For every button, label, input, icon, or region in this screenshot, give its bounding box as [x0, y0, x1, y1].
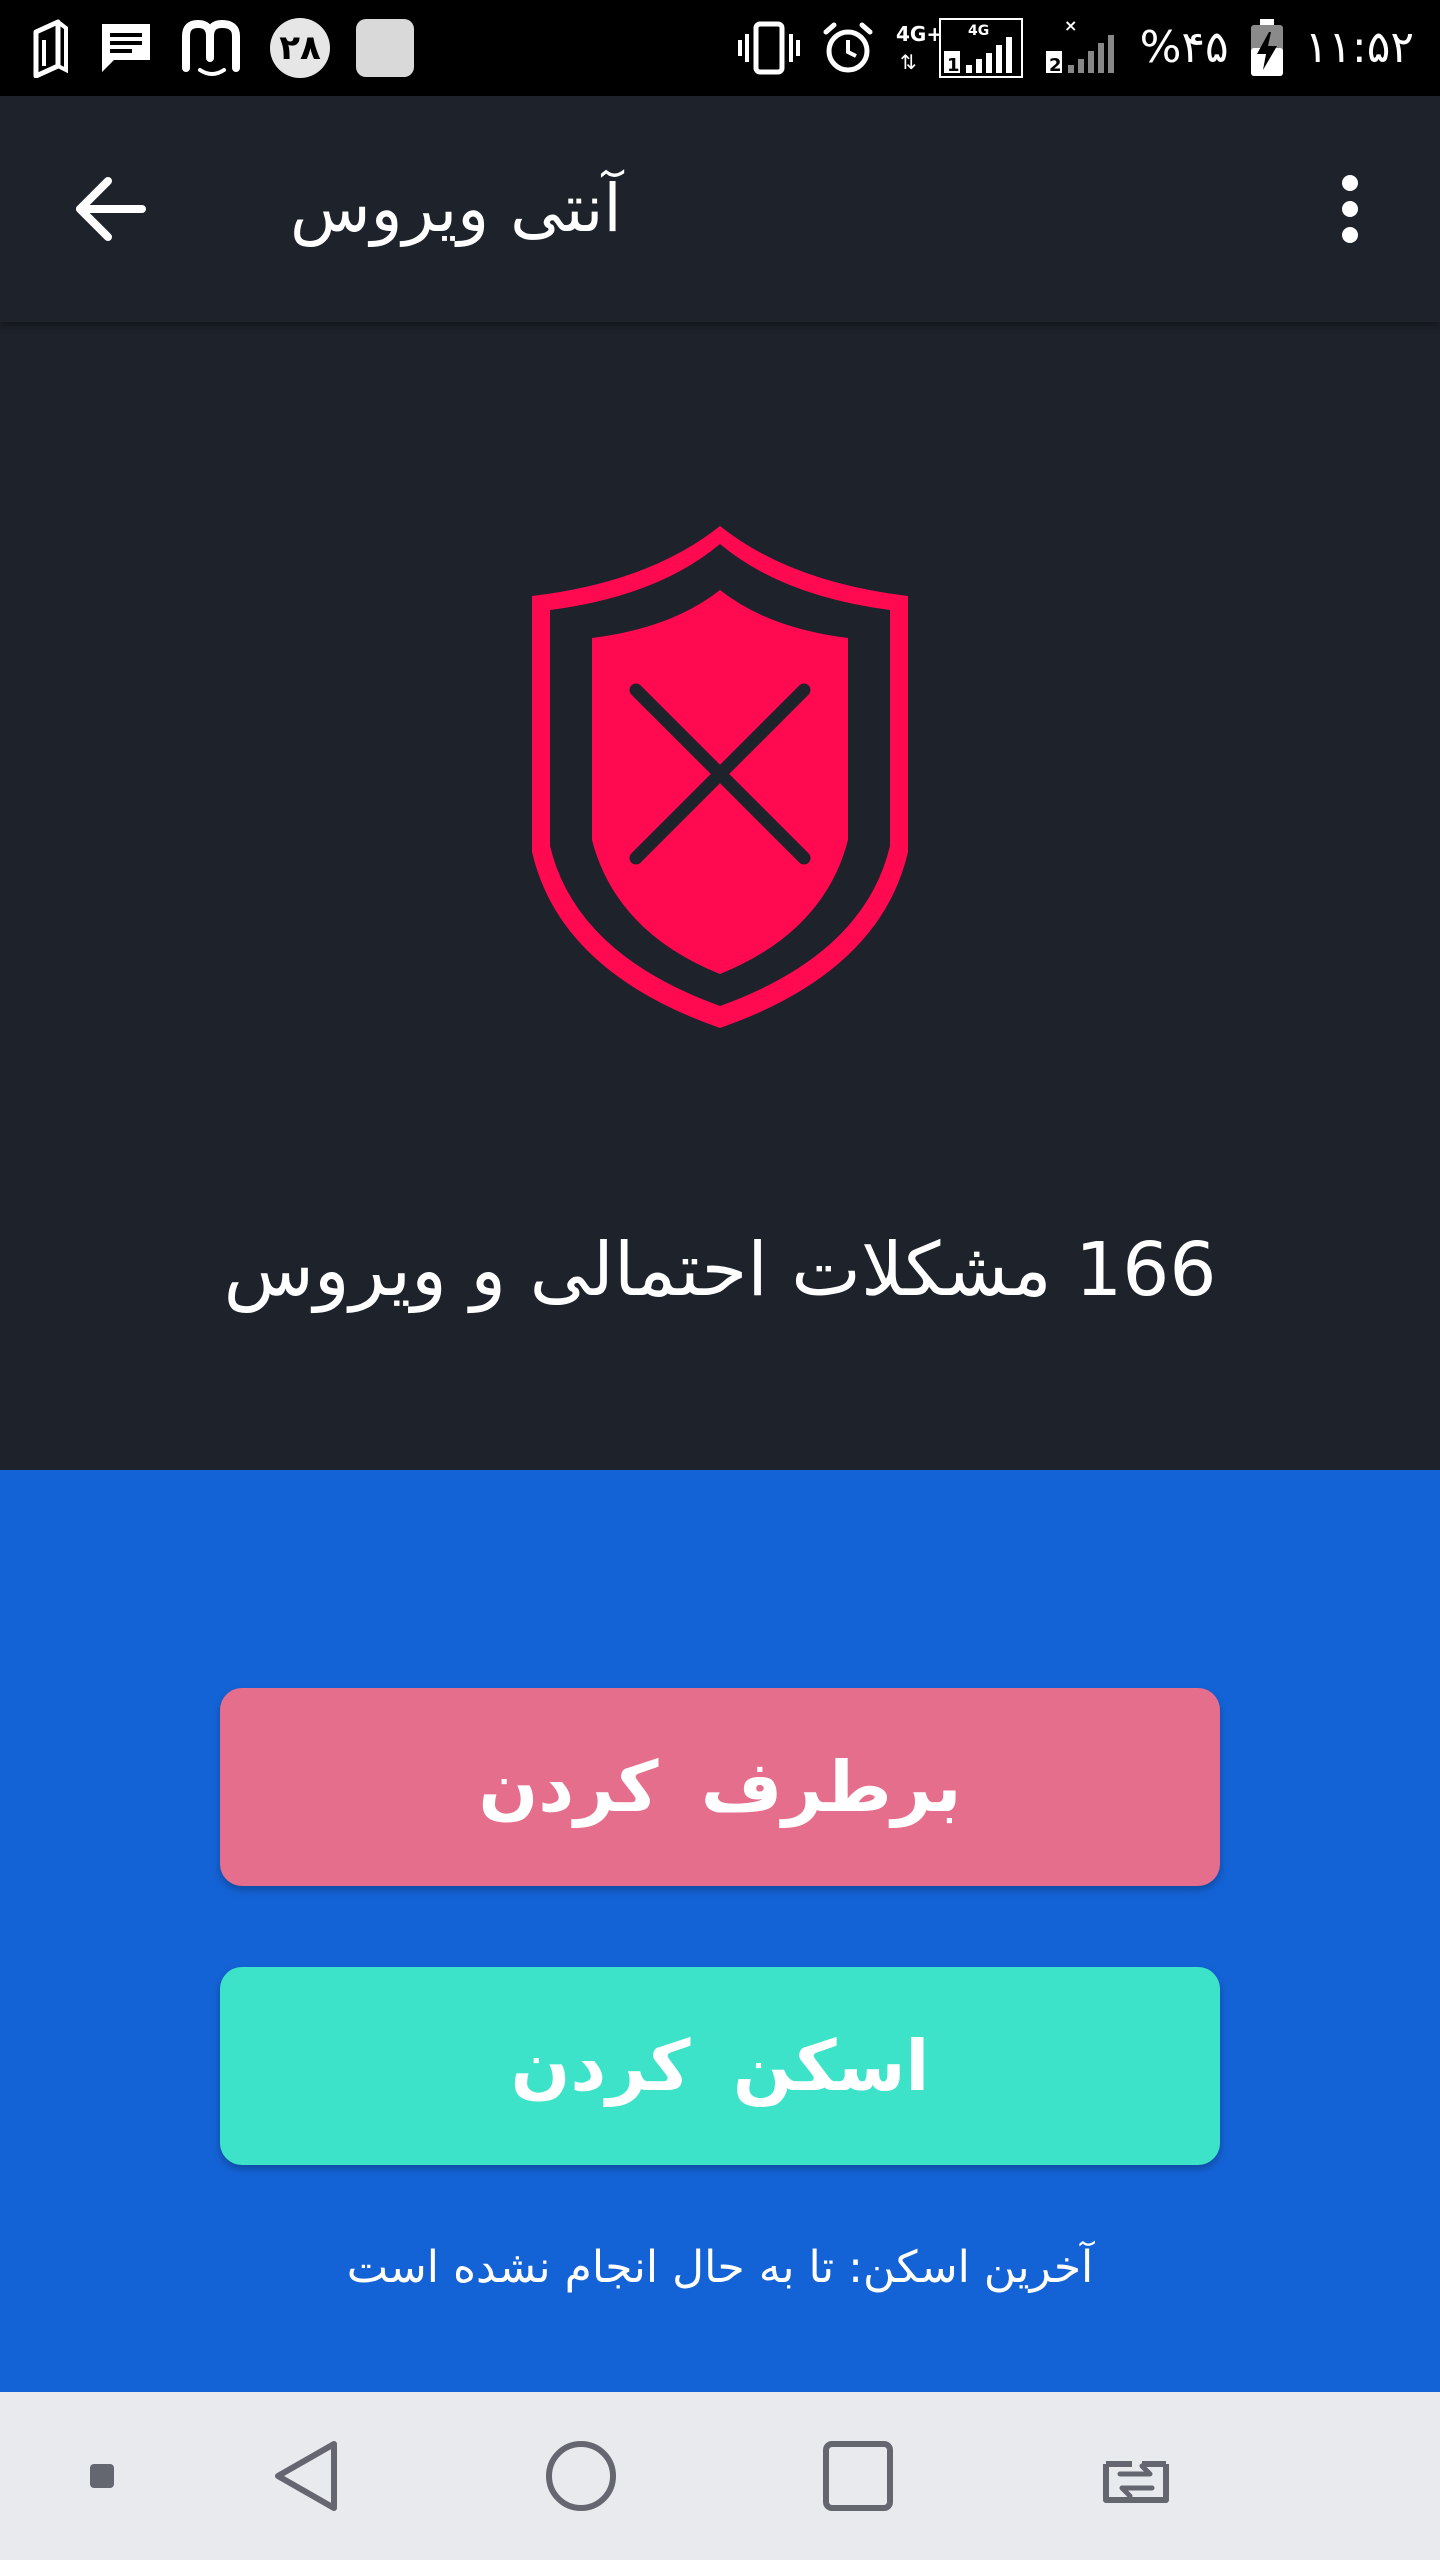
status-bar: ۲۸ 4G+ ⇅ 4G 1 × 2 %۴۵ ۱۱:۵۲	[0, 0, 1440, 96]
scan-result-panel: 166 مشکلات احتمالی و ویروس	[0, 322, 1440, 1470]
nav-switch-button[interactable]	[1086, 2426, 1186, 2526]
page-title: آنتی ویروس	[290, 170, 622, 247]
square-dot-icon	[90, 2464, 114, 2488]
network-type-1: 4G+	[896, 22, 943, 46]
battery-charging-icon	[1250, 19, 1283, 76]
triangle-back-icon	[275, 2441, 337, 2511]
fix-button[interactable]: برطرف کردن	[220, 1688, 1220, 1886]
sim-1-label: 1	[947, 55, 960, 76]
app-square-icon	[356, 19, 414, 77]
network-type-2: 4G	[968, 23, 989, 39]
sim-tray-icon	[33, 19, 68, 78]
message-icon	[102, 24, 150, 72]
nav-home-button[interactable]	[531, 2426, 631, 2526]
more-vertical-icon	[1342, 175, 1358, 243]
svg-text:×: ×	[1064, 17, 1077, 35]
vibrate-icon	[737, 21, 800, 75]
clock: ۱۱:۵۲	[1304, 22, 1414, 73]
last-scan-status: آخرین اسکن: تا به حال انجام نشده است	[346, 2242, 1094, 2293]
signal-sim2-icon: × 2	[1045, 17, 1114, 76]
threat-count-text: 166 مشکلات احتمالی و ویروس	[223, 1227, 1217, 1313]
scan-button[interactable]: اسکن کردن	[220, 1967, 1220, 2165]
nav-hide-button[interactable]	[52, 2426, 152, 2526]
signal-sim1-icon: 4G+ ⇅ 4G 1	[896, 18, 1023, 78]
battery-percent: %۴۵	[1139, 22, 1229, 73]
actions-panel: برطرف کردن اسکن کردن آخرین اسکن: تا به ح…	[0, 1470, 1440, 2392]
alarm-icon	[823, 22, 873, 73]
app-m-icon	[182, 19, 240, 76]
notification-count-badge: ۲۸	[270, 18, 330, 78]
app-bar: آنتی ویروس	[0, 96, 1440, 322]
nav-recents-button[interactable]	[808, 2426, 908, 2526]
circle-home-icon	[546, 2441, 616, 2511]
navigation-bar	[0, 2392, 1440, 2560]
overflow-menu-button[interactable]	[1300, 159, 1400, 259]
shield-x-icon	[532, 526, 908, 1028]
sim-2-label: 2	[1049, 55, 1062, 76]
switch-apps-icon	[1103, 2461, 1169, 2503]
status-bar-left: ۲۸	[28, 14, 414, 82]
status-bar-right: 4G+ ⇅ 4G 1 × 2 %۴۵ ۱۱:۵۲	[737, 14, 1414, 82]
shield-container	[520, 522, 920, 1032]
svg-text:⇅: ⇅	[900, 50, 917, 74]
arrow-left-icon	[76, 177, 146, 241]
back-button[interactable]	[60, 159, 160, 259]
square-recents-icon	[823, 2441, 893, 2511]
nav-back-button[interactable]	[256, 2426, 356, 2526]
